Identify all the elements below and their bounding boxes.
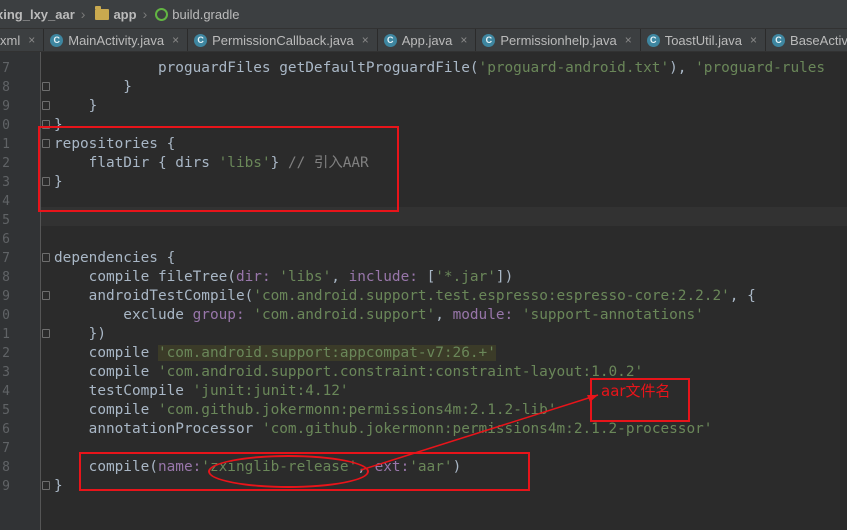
tab-label: PermissionCallback.java bbox=[212, 32, 354, 48]
tab-permissioncallback[interactable]: C PermissionCallback.java × bbox=[188, 29, 378, 51]
class-icon: C bbox=[194, 33, 208, 47]
close-icon[interactable]: × bbox=[172, 33, 179, 47]
tab-label: ToastUtil.java bbox=[664, 32, 743, 48]
close-icon[interactable]: × bbox=[460, 33, 467, 47]
breadcrumb-module[interactable]: app › bbox=[91, 0, 153, 28]
tab-label: App.java bbox=[401, 32, 453, 48]
tab-toastutil[interactable]: C ToastUtil.java × bbox=[641, 29, 767, 51]
folder-icon bbox=[95, 5, 110, 20]
close-icon[interactable]: × bbox=[28, 33, 35, 47]
tab-label: xml bbox=[0, 32, 21, 48]
editor-tabs: xml × C MainActivity.java × C Permission… bbox=[0, 29, 847, 52]
tab-label: BaseActivi bbox=[790, 32, 847, 48]
project-name: xing_lxy_aar bbox=[0, 6, 75, 22]
tab-label: Permissionhelp.java bbox=[500, 32, 617, 48]
code-editor[interactable]: 7 proguardFiles getDefaultProguardFile('… bbox=[0, 52, 847, 530]
close-icon[interactable]: × bbox=[362, 33, 369, 47]
tab-app[interactable]: C App.java × bbox=[378, 29, 477, 51]
close-icon[interactable]: × bbox=[625, 33, 632, 47]
class-icon: C bbox=[50, 33, 64, 47]
tab-xml[interactable]: xml × bbox=[0, 29, 45, 51]
gradle-icon bbox=[155, 7, 169, 21]
annotation-arrow bbox=[360, 394, 599, 471]
tab-baseactivity[interactable]: C BaseActivi bbox=[766, 29, 847, 51]
tab-label: MainActivity.java bbox=[68, 32, 165, 48]
breadcrumb: xing_lxy_aar › app › build.gradle bbox=[0, 0, 847, 29]
breadcrumb-file[interactable]: build.gradle bbox=[153, 0, 245, 28]
chevron-right-icon: › bbox=[142, 6, 148, 22]
close-icon[interactable]: × bbox=[750, 33, 757, 47]
breadcrumb-project[interactable]: xing_lxy_aar › bbox=[0, 0, 91, 28]
tab-permissionhelp[interactable]: C Permissionhelp.java × bbox=[476, 29, 641, 51]
class-icon: C bbox=[772, 33, 786, 47]
file-name: build.gradle bbox=[172, 6, 240, 22]
tab-mainactivity[interactable]: C MainActivity.java × bbox=[44, 29, 189, 51]
class-icon: C bbox=[646, 33, 660, 47]
class-icon: C bbox=[383, 33, 397, 47]
module-name: app bbox=[113, 6, 137, 22]
chevron-right-icon: › bbox=[80, 6, 86, 22]
class-icon: C bbox=[482, 33, 496, 47]
